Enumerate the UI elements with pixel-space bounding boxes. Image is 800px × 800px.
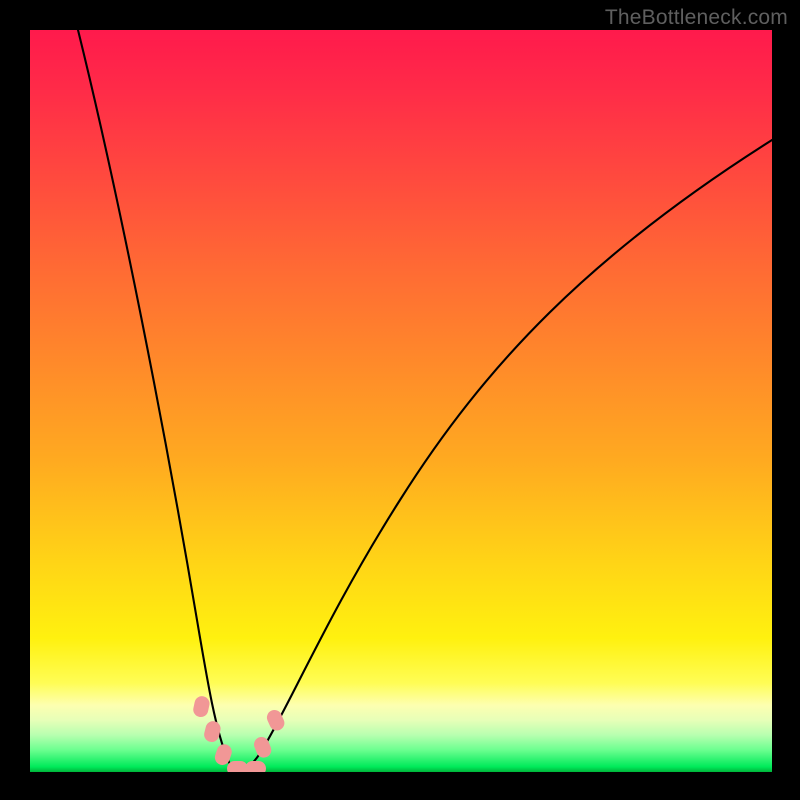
marker-dot: [192, 695, 211, 719]
bottleneck-curve-right: [237, 140, 772, 770]
chart-frame: TheBottleneck.com: [0, 0, 800, 800]
watermark-text: TheBottleneck.com: [605, 6, 788, 30]
marker-dot: [245, 761, 266, 772]
plot-area: [30, 30, 772, 772]
bottleneck-curve-left: [78, 30, 237, 770]
curve-layer: [30, 30, 772, 772]
marker-dot: [227, 761, 248, 772]
marker-dot: [203, 720, 223, 744]
marker-dot: [252, 735, 274, 760]
